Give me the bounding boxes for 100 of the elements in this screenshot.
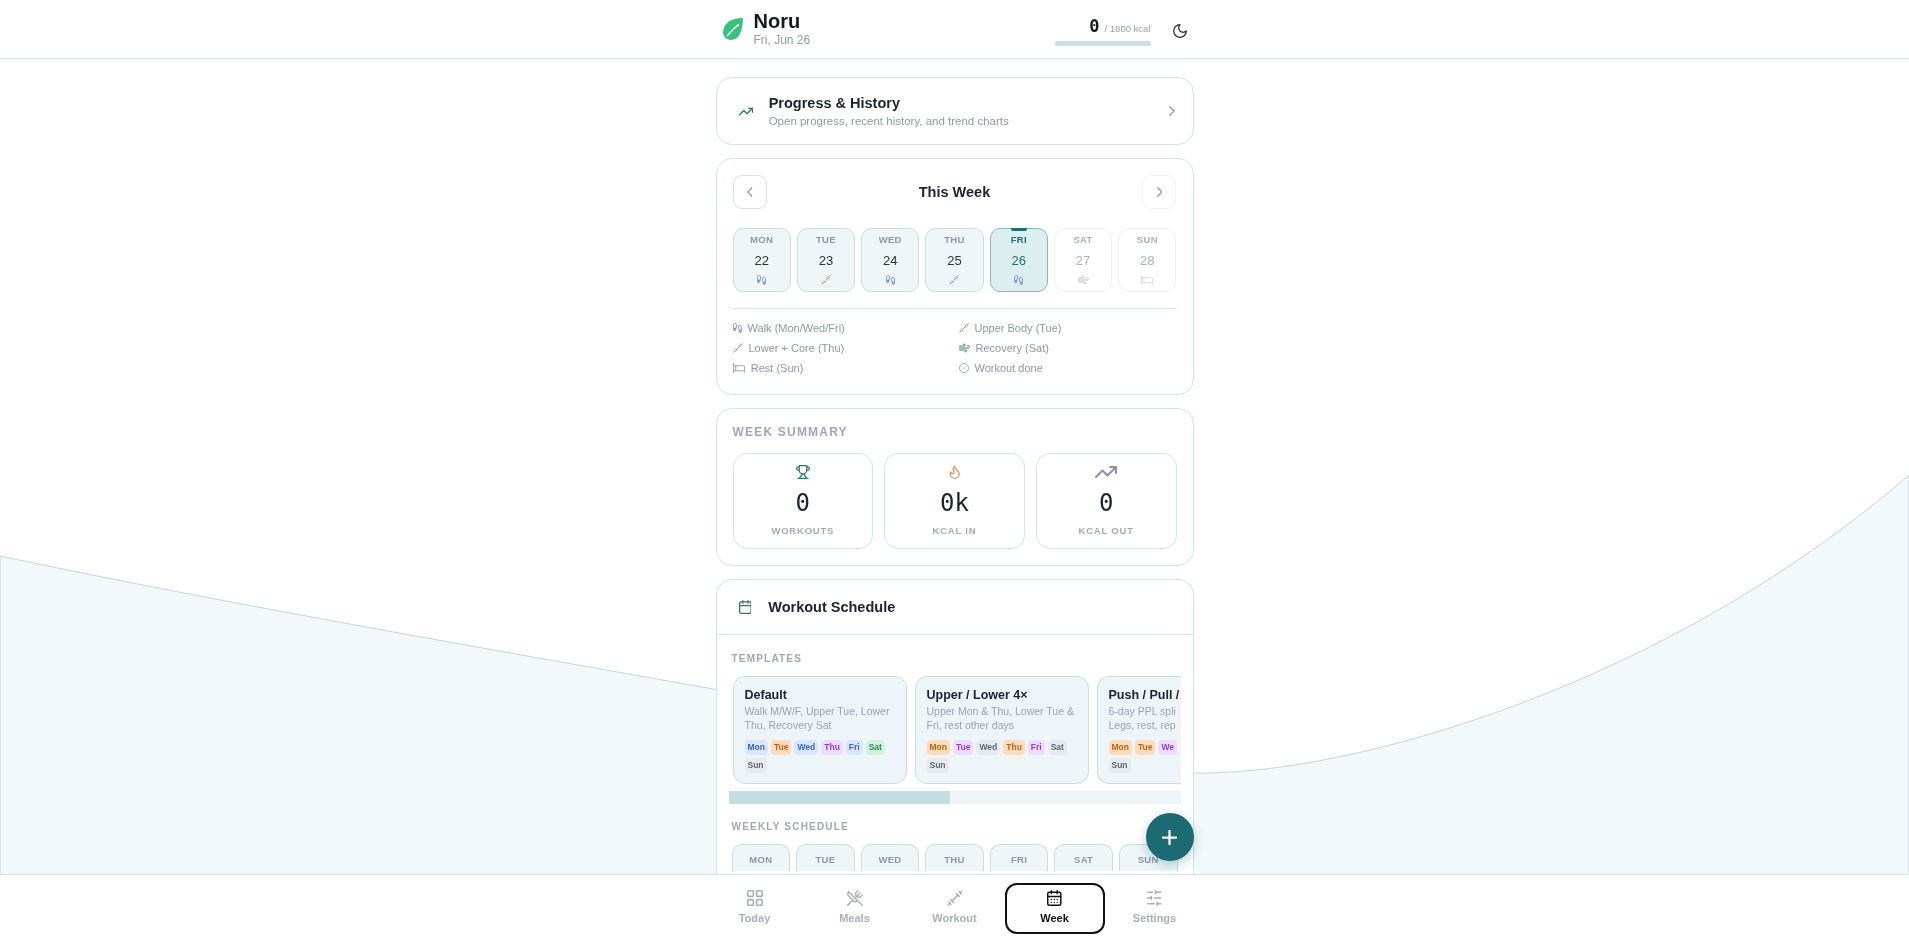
nav-tab[interactable]: Meals bbox=[804, 883, 905, 934]
legend-label: Recovery (Sat) bbox=[975, 342, 1049, 354]
dumbbell-icon bbox=[820, 275, 831, 285]
day-cell[interactable]: WED bbox=[860, 844, 920, 871]
card-subtitle: Open progress, recent history, and trend charts bbox=[768, 113, 1010, 129]
template-description: 6-day PPL spli Legs, rest, rep bbox=[1108, 704, 1176, 732]
theme-toggle-button[interactable] bbox=[1172, 24, 1187, 38]
leaf-icon bbox=[722, 18, 743, 40]
legend-label: Walk (Mon/Wed/Fri) bbox=[747, 322, 845, 334]
calendar-icon bbox=[1047, 890, 1062, 906]
footprints-icon bbox=[885, 275, 895, 285]
legend-label: Lower + Core (Thu) bbox=[748, 342, 845, 354]
footprints-icon bbox=[1014, 275, 1024, 285]
day-cell[interactable]: MON 22 bbox=[732, 228, 791, 292]
day-cell[interactable]: FRI bbox=[989, 844, 1049, 871]
day-tag: Thu bbox=[1003, 740, 1025, 755]
moon-icon bbox=[1172, 24, 1187, 38]
legend-label: Workout done bbox=[974, 362, 1043, 374]
day-tag: Fri bbox=[1027, 740, 1045, 755]
day-cell[interactable]: FRI 26 bbox=[989, 228, 1048, 292]
nav-tab[interactable]: Today bbox=[704, 883, 805, 934]
nav-tab[interactable]: Workout bbox=[904, 883, 1005, 934]
legend-label: Rest (Sun) bbox=[750, 362, 804, 374]
trend-up-icon bbox=[1095, 465, 1118, 479]
day-tag: Mon bbox=[1108, 740, 1132, 755]
day-cell[interactable]: MON bbox=[731, 844, 791, 871]
day-cell[interactable]: WED 24 bbox=[861, 228, 920, 292]
chevron-right-icon bbox=[1168, 106, 1175, 116]
day-tag: Sat bbox=[1047, 740, 1067, 755]
dumbbell-icon bbox=[958, 323, 969, 333]
stat-label: KCAL IN bbox=[932, 525, 977, 537]
week-title: This Week bbox=[918, 184, 991, 200]
dumbbell-icon bbox=[946, 890, 963, 906]
day-tag: Wed bbox=[794, 740, 819, 755]
stat-label: KCAL OUT bbox=[1078, 525, 1134, 537]
stat-value: 0k bbox=[940, 489, 969, 517]
app-name: Noru bbox=[753, 10, 802, 32]
legend-label: Upper Body (Tue) bbox=[974, 322, 1062, 334]
template-description: Upper Mon & Thu, Lower Tue & Fri, rest other days bbox=[926, 704, 1074, 732]
nav-tab[interactable]: Settings bbox=[1104, 883, 1205, 934]
day-tag: Mon bbox=[926, 740, 950, 755]
stat-value: 0 bbox=[795, 489, 811, 517]
calorie-count: 0 bbox=[1089, 16, 1100, 36]
dumbbell-icon bbox=[949, 275, 960, 285]
day-tag: Tue bbox=[770, 740, 792, 755]
trophy-icon bbox=[795, 465, 810, 479]
template-card[interactable]: Upper / Lower 4× Upper Mon & Thu, Lower Tue & Fri, rest other days Mon Tue Wed Thu Fri Sat Sun bbox=[914, 676, 1089, 784]
indicator-bar-icon bbox=[1010, 228, 1027, 231]
day-tag: Sun bbox=[744, 758, 767, 773]
bed-icon bbox=[732, 363, 745, 373]
section-label: TEMPLATES bbox=[731, 652, 803, 666]
day-tag: Sun bbox=[1108, 758, 1131, 773]
card-title: Progress & History bbox=[768, 93, 901, 112]
day-cell[interactable]: SAT bbox=[1054, 844, 1113, 871]
day-tag: Wed bbox=[976, 740, 1001, 755]
nav-tab[interactable]: Week bbox=[1004, 883, 1105, 934]
dumbbell-icon bbox=[732, 343, 743, 353]
day-tag: Tue bbox=[952, 740, 974, 755]
wind-icon bbox=[1077, 275, 1089, 285]
calorie-goal: / 1800 kcal bbox=[1104, 23, 1151, 34]
day-tag: We bbox=[1158, 740, 1178, 755]
wind-icon bbox=[958, 343, 970, 353]
stat-label: WORKOUTS bbox=[771, 525, 835, 537]
footprints-icon bbox=[757, 275, 767, 285]
day-tag: Tue bbox=[1134, 740, 1156, 755]
plus-icon bbox=[1162, 829, 1177, 845]
day-cell[interactable]: THU 25 bbox=[925, 228, 984, 292]
template-card[interactable]: Default Walk M/W/F, Upper Tue, Lower Thu, Recovery Sat Mon Tue Wed Thu Fri Sat Sun bbox=[732, 676, 907, 784]
day-tag: Fri bbox=[845, 740, 863, 755]
grid-icon bbox=[746, 890, 763, 906]
chevron-left-icon bbox=[746, 187, 753, 197]
template-title: Push / Pull / bbox=[1108, 687, 1180, 703]
current-date: Fri, Jun 26 bbox=[753, 33, 811, 48]
day-cell[interactable]: TUE 23 bbox=[796, 228, 856, 292]
calendar-icon bbox=[738, 600, 752, 614]
template-card[interactable]: Push / Pull / 6-day PPL spli Legs, rest, rep Mon Tue We Sun bbox=[1096, 676, 1181, 784]
footprints-icon bbox=[732, 323, 742, 333]
chevron-right-icon bbox=[1156, 187, 1163, 197]
card-title: Workout Schedule bbox=[768, 599, 896, 615]
utensils-crossed-icon bbox=[846, 890, 863, 906]
stat-value: 0 bbox=[1098, 489, 1114, 517]
flame-icon bbox=[948, 465, 961, 479]
template-title: Upper / Lower 4× bbox=[926, 687, 1028, 703]
previous-week-button[interactable] bbox=[732, 175, 767, 209]
day-cell[interactable]: TUE bbox=[796, 844, 855, 871]
day-cell[interactable]: THU bbox=[925, 844, 984, 871]
progress-history-card[interactable]: Progress & History Open progress, recent history, and trend charts bbox=[715, 77, 1194, 145]
day-tag: Thu bbox=[821, 740, 843, 755]
check-circle-icon bbox=[958, 363, 969, 373]
scrollbar-thumb[interactable] bbox=[728, 791, 950, 804]
day-tag: Mon bbox=[744, 740, 768, 755]
day-tag: Sun bbox=[926, 758, 949, 773]
section-label: WEEK SUMMARY bbox=[732, 425, 848, 439]
template-title: Default bbox=[744, 687, 787, 703]
trend-up-icon bbox=[738, 106, 753, 116]
bed-icon bbox=[1141, 275, 1154, 285]
day-tag: Sat bbox=[865, 740, 885, 755]
section-label: WEEKLY SCHEDULE bbox=[731, 820, 849, 834]
template-description: Walk M/W/F, Upper Tue, Lower Thu, Recovery Sat bbox=[744, 704, 890, 732]
sliders-icon bbox=[1147, 890, 1162, 906]
